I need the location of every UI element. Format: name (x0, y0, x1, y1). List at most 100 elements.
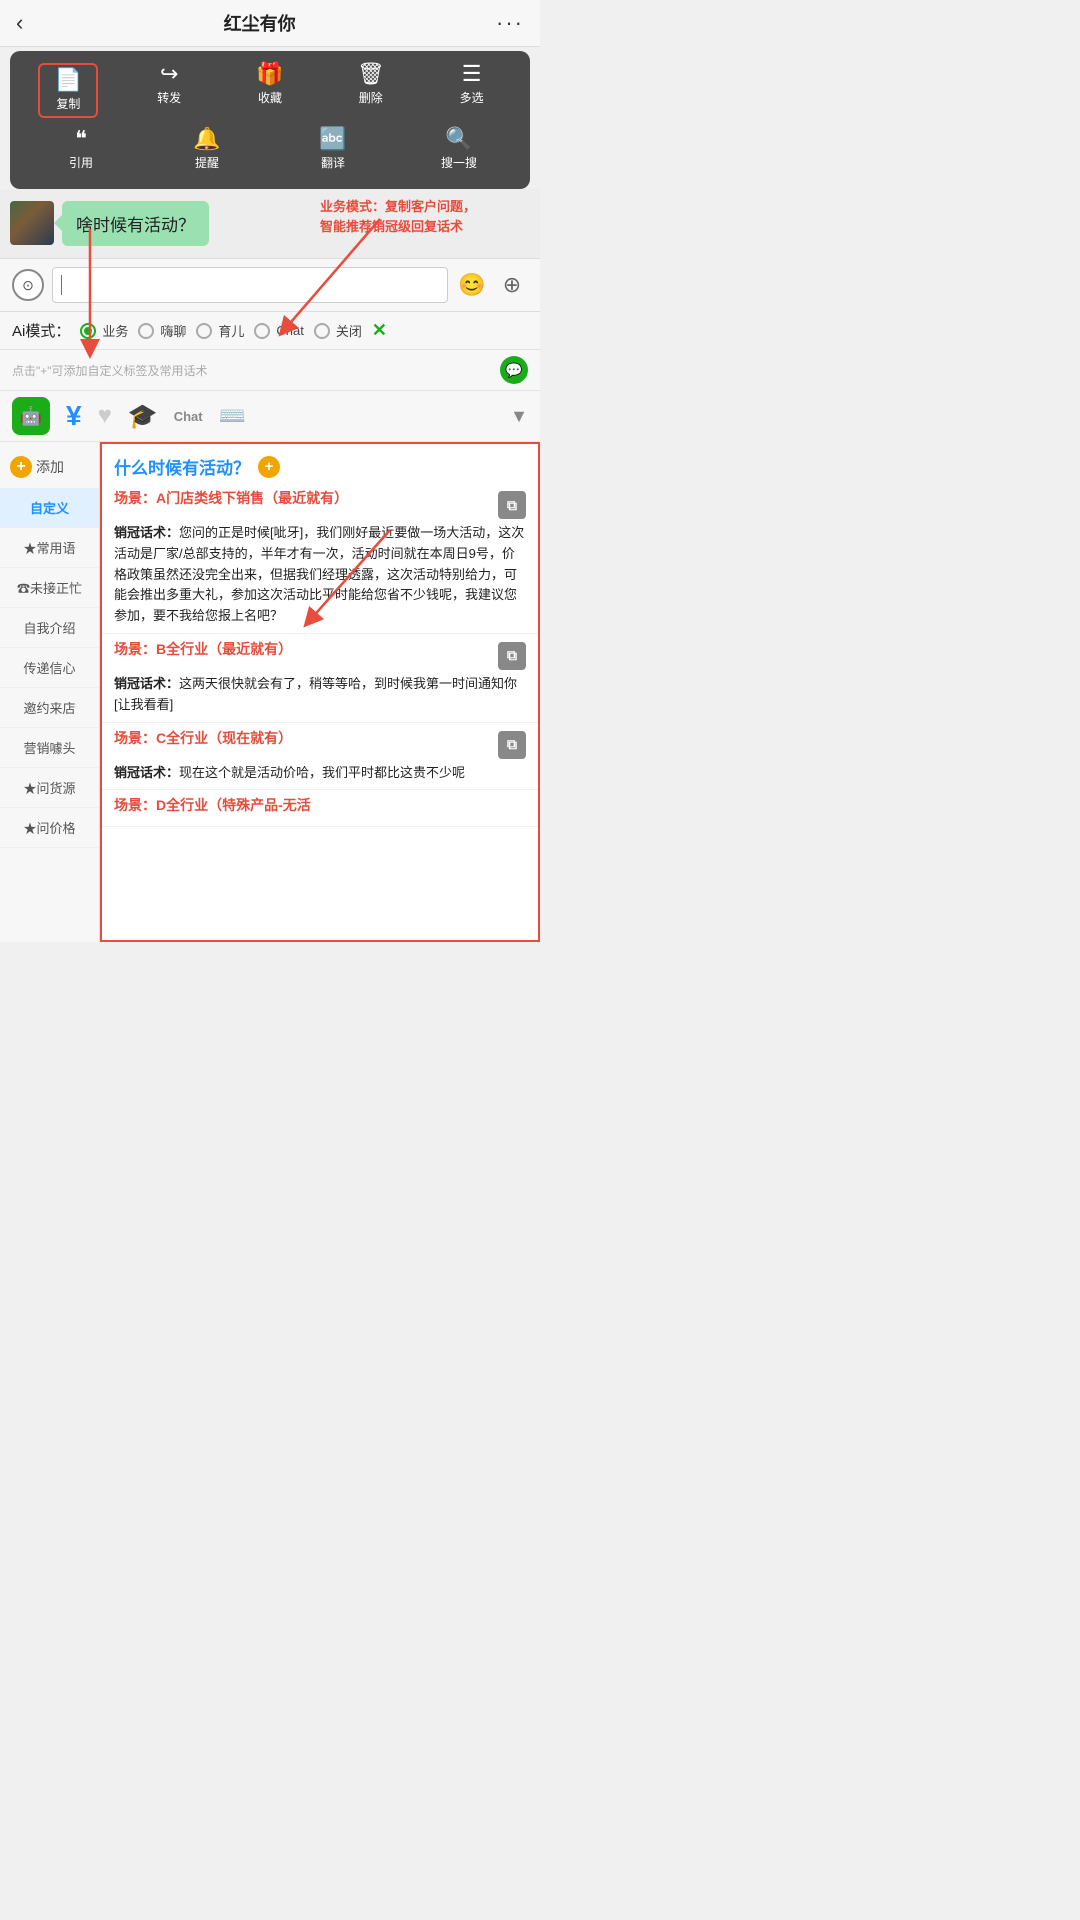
radio-off[interactable] (314, 323, 330, 339)
menu-translate[interactable]: 🔤 翻译 (303, 128, 363, 171)
sidebar-item-custom[interactable]: 自定义 (0, 488, 99, 528)
text-input[interactable] (52, 267, 448, 303)
menu-quote-label: 引用 (69, 154, 93, 171)
ai-mode-off-label: 关闭 (336, 321, 362, 340)
plus-button[interactable]: ⊕ (496, 269, 528, 301)
menu-copy-label: 复制 (56, 95, 80, 112)
content-panel: 什么时候有活动？ + 场景：A门店类线下销售（最近就有） ⧉ 销冠话术：您问的正… (100, 442, 540, 942)
scene-b-copy-button[interactable]: ⧉ (498, 642, 526, 670)
scene-a-copy-button[interactable]: ⧉ (498, 491, 526, 519)
menu-remind-label: 提醒 (195, 154, 219, 171)
annotation-text: 业务模式：复制客户问题，智能推荐销冠级回复话术 (320, 197, 530, 236)
menu-multiselect-label: 多选 (460, 89, 484, 106)
scene-c-title: 场景：C全行业（现在就有） ⧉ (114, 729, 526, 759)
radio-parenting[interactable] (196, 323, 212, 339)
context-menu: 📄 复制 ↪ 转发 🎁 收藏 🗑 删除 ☰ 多选 ❝ 引用 🔔 提醒 � (10, 51, 530, 189)
toolbar-heart-icon[interactable]: ♥ (98, 402, 112, 430)
menu-collect[interactable]: 🎁 收藏 (240, 63, 300, 118)
ai-mode-parenting-label: 育儿 (218, 321, 244, 340)
back-button[interactable]: ‹ (16, 10, 23, 36)
ai-mode-label: Ai模式： (12, 320, 70, 341)
scene-d-title-text: 场景：D全行业（特殊产品-无活 (114, 796, 526, 816)
ai-mode-chatgpt-label: Chat (276, 323, 303, 338)
scene-b-content-label: 销冠话术： (114, 676, 179, 691)
sidebar-item-invite[interactable]: 邀约来店 (0, 688, 99, 728)
toolbar-chat-text-icon[interactable]: Chat (174, 409, 203, 424)
more-button[interactable]: ··· (496, 10, 524, 36)
bubble-text: 啥时候有活动？ (76, 216, 195, 235)
ai-mode-option-business[interactable]: 业务 (80, 321, 128, 340)
sidebar-add-button[interactable]: + 添加 (0, 446, 99, 488)
scene-a-title-text: 场景：A门店类线下销售（最近就有） (114, 489, 492, 509)
menu-quote[interactable]: ❝ 引用 (51, 128, 111, 171)
menu-search-label: 搜一搜 (441, 154, 477, 171)
sidebar-item-marketing[interactable]: 营销噱头 (0, 728, 99, 768)
header: ‹ 红尘有你 ··· (0, 0, 540, 47)
scene-c-content: 销冠话术：现在这个就是活动价哈，我们平时都比这贵不少呢 (114, 763, 526, 784)
sidebar-item-source[interactable]: ★问货源 (0, 768, 99, 808)
ai-mode-option-parenting[interactable]: 育儿 (196, 321, 244, 340)
content-header: 什么时候有活动？ + (102, 444, 538, 483)
emoji-button[interactable]: 😊 (456, 269, 488, 301)
toolbar-arrow[interactable]: ▼ (510, 406, 528, 427)
scene-b-title: 场景：B全行业（最近就有） ⧉ (114, 640, 526, 670)
radio-chat[interactable] (138, 323, 154, 339)
input-area: ⊙ 😊 ⊕ (0, 258, 540, 312)
add-icon: + (10, 456, 32, 478)
sidebar-item-confidence[interactable]: 传递信心 (0, 648, 99, 688)
ai-mode-option-off[interactable]: 关闭 (314, 321, 362, 340)
collect-icon: 🎁 (256, 63, 283, 85)
sidebar-item-price[interactable]: ★问价格 (0, 808, 99, 848)
scene-a-content-label: 销冠话术： (114, 525, 179, 540)
ai-mode-chat-label: 嗨聊 (160, 321, 186, 340)
toolbar-hat-icon[interactable]: 🎓 (128, 402, 158, 431)
menu-copy[interactable]: 📄 复制 (38, 63, 98, 118)
toolbar-keyboard-icon[interactable]: ⌨️ (219, 403, 246, 429)
sidebar-item-busy[interactable]: ☎未接正忙 (0, 568, 99, 608)
hint-row: 点击"+"可添加自定义标签及常用话术 💬 (0, 350, 540, 391)
scene-d-title: 场景：D全行业（特殊产品-无活 (114, 796, 526, 816)
ai-mode-close[interactable]: ✕ (372, 320, 387, 341)
page-title: 红尘有你 (224, 10, 296, 36)
ai-mode-option-chat[interactable]: 嗨聊 (138, 321, 186, 340)
context-menu-row1: 📄 复制 ↪ 转发 🎁 收藏 🗑 删除 ☰ 多选 (18, 63, 522, 118)
radio-business[interactable] (80, 323, 96, 339)
avatar (10, 201, 54, 245)
menu-translate-label: 翻译 (321, 154, 345, 171)
sidebar-item-intro[interactable]: 自我介绍 (0, 608, 99, 648)
context-menu-row2: ❝ 引用 🔔 提醒 🔤 翻译 🔍 搜一搜 (18, 128, 522, 171)
voice-button[interactable]: ⊙ (12, 269, 44, 301)
scene-b-content: 销冠话术：这两天很快就会有了，稍等等哈，到时候我第一时间通知你[让我看看] (114, 674, 526, 716)
ai-mode-option-chatgpt[interactable]: Chat (254, 323, 303, 339)
scene-a: 场景：A门店类线下销售（最近就有） ⧉ 销冠话术：您问的正是时候[呲牙]，我们刚… (102, 483, 538, 634)
radio-chatgpt[interactable] (254, 323, 270, 339)
scene-b-title-text: 场景：B全行业（最近就有） (114, 640, 492, 660)
scene-a-content: 销冠话术：您问的正是时候[呲牙]，我们刚好最近要做一场大活动，这次活动是厂家/总… (114, 523, 526, 627)
sidebar: + 添加 自定义 ★常用语 ☎未接正忙 自我介绍 传递信心 邀约来店 营销噱头 … (0, 442, 100, 942)
scene-c-content-label: 销冠话术： (114, 765, 179, 780)
menu-remind[interactable]: 🔔 提醒 (177, 128, 237, 171)
scene-b: 场景：B全行业（最近就有） ⧉ 销冠话术：这两天很快就会有了，稍等等哈，到时候我… (102, 634, 538, 723)
menu-delete[interactable]: 🗑 删除 (341, 63, 401, 118)
translate-icon: 🔤 (319, 128, 346, 150)
sidebar-item-common[interactable]: ★常用语 (0, 528, 99, 568)
menu-forward[interactable]: ↪ 转发 (139, 63, 199, 118)
main-content: + 添加 自定义 ★常用语 ☎未接正忙 自我介绍 传递信心 邀约来店 营销噱头 … (0, 442, 540, 942)
menu-forward-label: 转发 (157, 89, 181, 106)
toolbar-money-icon[interactable]: ¥ (66, 400, 82, 432)
menu-multiselect[interactable]: ☰ 多选 (442, 63, 502, 118)
scene-d: 场景：D全行业（特殊产品-无活 (102, 790, 538, 827)
scene-c-title-text: 场景：C全行业（现在就有） (114, 729, 492, 749)
remind-icon: 🔔 (193, 128, 220, 150)
copy-menu-icon: 📄 (55, 69, 82, 91)
toolbar-bot-icon[interactable]: 🤖 (12, 397, 50, 435)
text-cursor (61, 275, 62, 295)
menu-delete-label: 删除 (359, 89, 383, 106)
hint-text: 点击"+"可添加自定义标签及常用话术 (12, 362, 208, 379)
scene-c-copy-button[interactable]: ⧉ (498, 731, 526, 759)
ai-mode-business-label: 业务 (102, 321, 128, 340)
chat-icon[interactable]: 💬 (500, 356, 528, 384)
content-add-button[interactable]: + (258, 456, 280, 478)
delete-icon: 🗑 (357, 63, 385, 85)
menu-search[interactable]: 🔍 搜一搜 (429, 128, 489, 171)
